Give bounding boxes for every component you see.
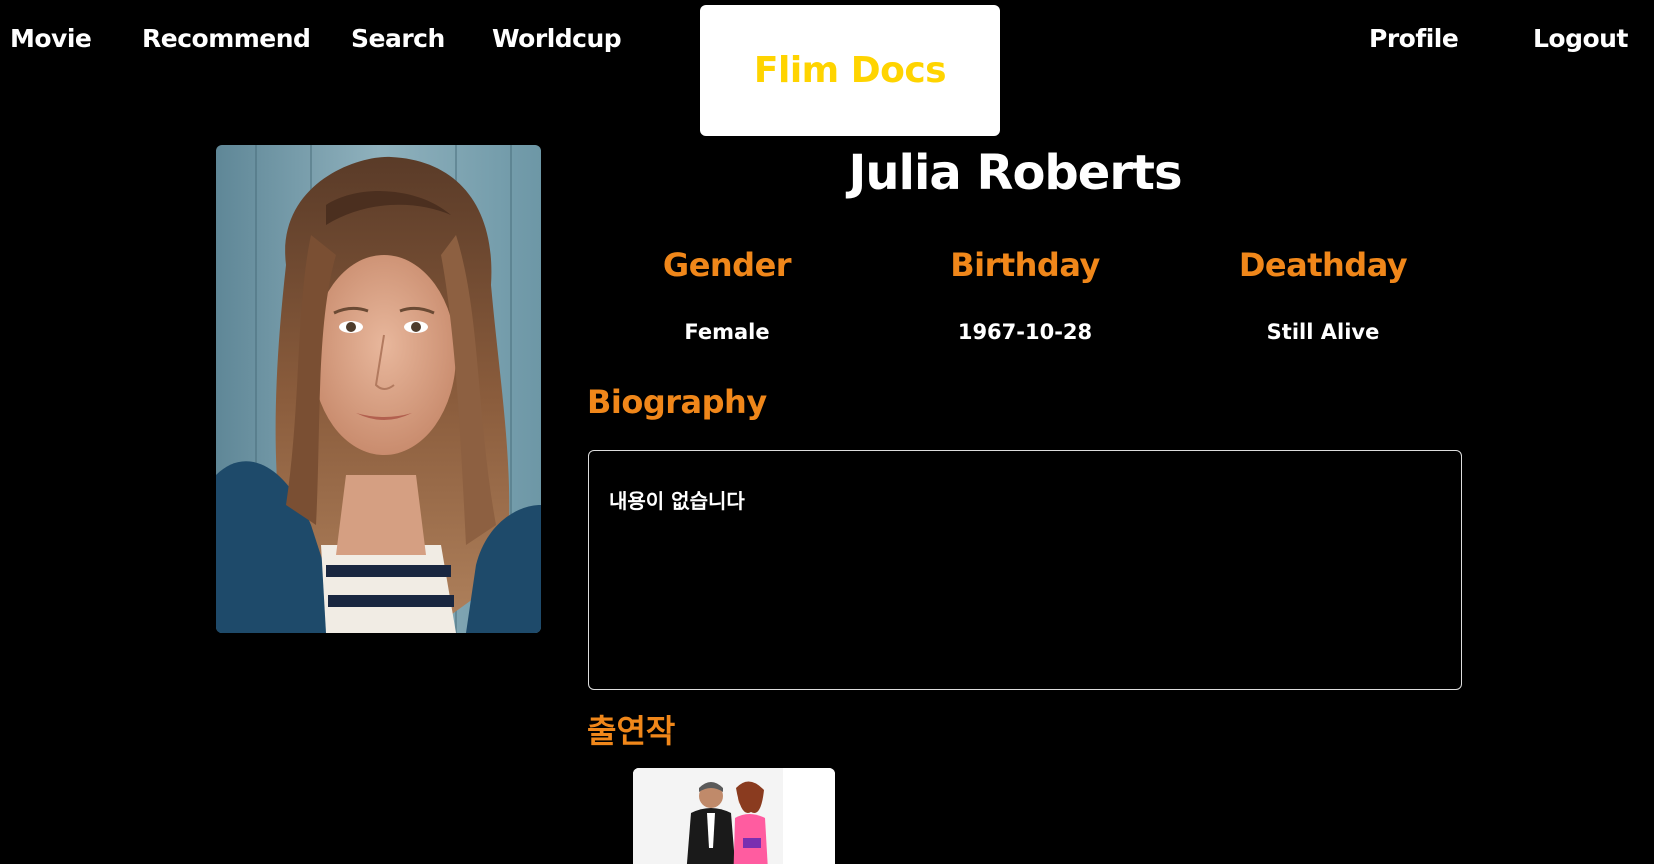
biography-heading: Biography (587, 383, 767, 421)
nav-search-link[interactable]: Search (351, 24, 445, 53)
biography-box: 내용이 없습니다 (588, 450, 1462, 690)
deathday-label: Deathday (1238, 246, 1408, 284)
actor-portrait-image (216, 145, 541, 633)
biography-text: 내용이 없습니다 (609, 489, 745, 513)
logo-home-link[interactable]: Flim Docs (700, 5, 1000, 136)
filmography-heading: 출연작 (587, 712, 676, 750)
birthday-value: 1967-10-28 (957, 320, 1093, 344)
nav-profile-link[interactable]: Profile (1369, 24, 1459, 53)
nav-recommend-link[interactable]: Recommend (142, 24, 311, 53)
logo-text: Flim Docs (753, 50, 947, 91)
gender-label: Gender (662, 246, 792, 284)
nav-logout-link[interactable]: Logout (1533, 24, 1628, 53)
filmography-movie-poster[interactable] (633, 768, 835, 864)
nav-worldcup-link[interactable]: Worldcup (492, 24, 622, 53)
gender-value: Female (684, 320, 770, 344)
nav-movie-link[interactable]: Movie (10, 24, 92, 53)
deathday-value: Still Alive (1266, 320, 1380, 344)
actor-name-heading: Julia Roberts (848, 145, 1182, 201)
page: Movie Recommend Search Worldcup Flim Doc… (0, 0, 1654, 864)
birthday-label: Birthday (950, 246, 1100, 284)
